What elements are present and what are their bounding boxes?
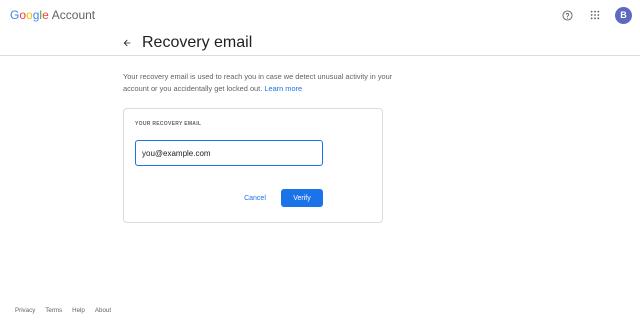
footer-link-terms[interactable]: Terms xyxy=(45,307,62,314)
google-account-logo[interactable]: G o o g l e Account xyxy=(10,8,95,22)
logo-letter: g xyxy=(32,8,40,22)
topbar-actions: B xyxy=(557,5,632,25)
help-button[interactable] xyxy=(557,5,577,25)
page-title: Recovery email xyxy=(142,34,253,51)
logo-letter: e xyxy=(42,8,49,22)
recovery-email-card: YOUR RECOVERY EMAIL Cancel Verify xyxy=(123,108,383,223)
page-header: Recovery email xyxy=(120,33,252,53)
help-circle-icon xyxy=(561,9,573,21)
footer-link-about[interactable]: About xyxy=(95,307,111,314)
page-description: Your recovery email is used to reach you… xyxy=(123,71,393,95)
recovery-email-input[interactable] xyxy=(135,140,323,166)
logo-suffix: Account xyxy=(51,8,96,22)
back-button[interactable] xyxy=(120,36,134,50)
cancel-button[interactable]: Cancel xyxy=(239,190,271,206)
logo-letter: G xyxy=(10,8,20,22)
arrow-back-icon xyxy=(123,39,131,47)
logo-letter: o xyxy=(26,8,33,22)
learn-more-link[interactable]: Learn more xyxy=(264,84,302,93)
header-divider xyxy=(0,55,640,56)
apps-grid-icon xyxy=(590,10,600,20)
footer-link-privacy[interactable]: Privacy xyxy=(15,307,35,314)
description-text: Your recovery email is used to reach you… xyxy=(123,72,393,93)
verify-button[interactable]: Verify xyxy=(281,189,323,207)
footer: Privacy Terms Help About xyxy=(15,307,121,314)
avatar[interactable]: B xyxy=(615,6,632,24)
footer-link-help[interactable]: Help xyxy=(72,307,85,314)
recovery-email-label: YOUR RECOVERY EMAIL xyxy=(135,121,202,127)
apps-button[interactable] xyxy=(585,5,605,25)
top-bar: G o o g l e Account B xyxy=(0,0,640,30)
logo-letter: o xyxy=(19,8,27,22)
